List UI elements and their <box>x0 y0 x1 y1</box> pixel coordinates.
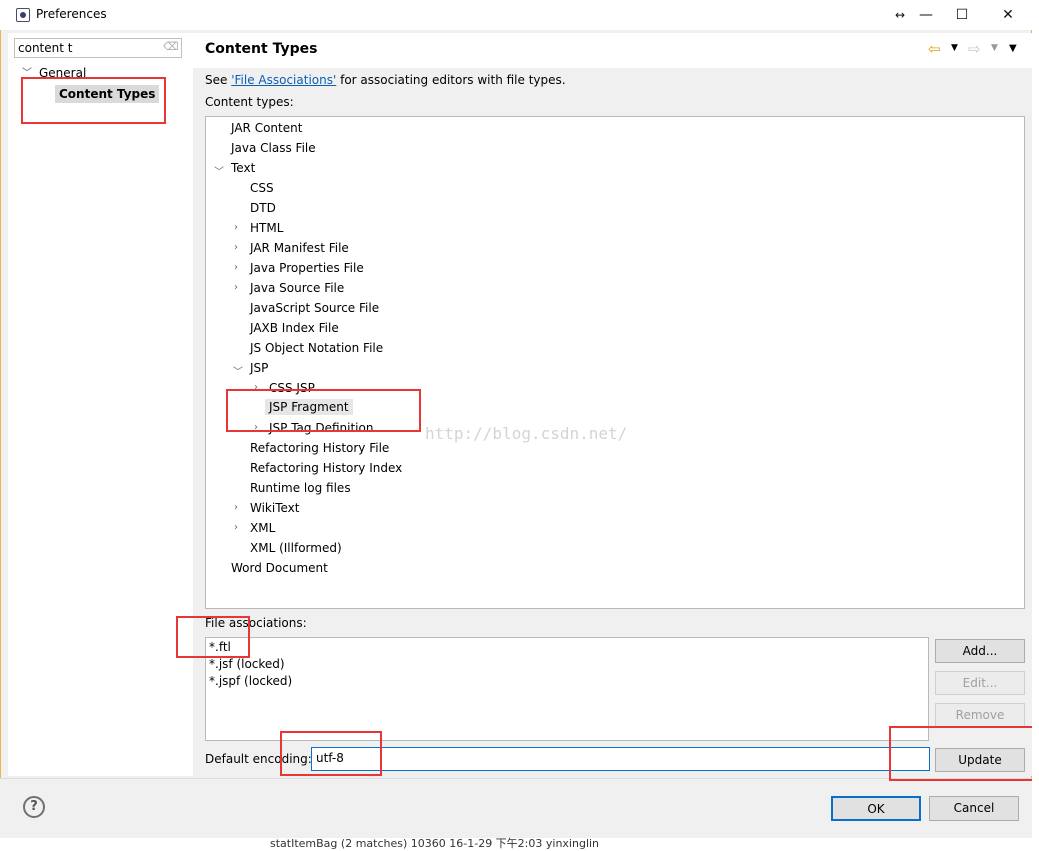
content-types-tree[interactable]: JAR Content Java Class File ﹀ Text CSS D… <box>205 116 1025 609</box>
tree-item[interactable]: JAR Manifest File <box>250 241 349 255</box>
tree-item[interactable]: Java Source File <box>250 281 344 295</box>
tree-item[interactable]: JAXB Index File <box>250 321 339 335</box>
eclipse-app-icon <box>16 8 30 22</box>
minimize-button[interactable]: — <box>912 4 940 26</box>
resize-arrows-icon[interactable]: ↔ <box>886 4 914 26</box>
chevron-right-icon[interactable]: › <box>234 222 238 233</box>
background-window <box>1032 0 1039 845</box>
annotation-box <box>889 726 1034 781</box>
clear-filter-icon[interactable]: ⌫ <box>163 40 179 54</box>
tree-item[interactable]: CSS <box>250 181 274 195</box>
file-associations-list[interactable]: *.ftl *.jsf (locked) *.jspf (locked) <box>205 637 929 741</box>
window-title: Preferences <box>36 7 107 21</box>
remove-button[interactable]: Remove <box>935 703 1025 727</box>
see-suffix: for associating editors with file types. <box>336 73 566 87</box>
forward-arrow-icon[interactable]: ⇨ <box>968 40 981 58</box>
cancel-button[interactable]: Cancel <box>929 796 1019 821</box>
chevron-right-icon[interactable]: › <box>234 282 238 293</box>
view-menu-icon[interactable]: ▼ <box>1009 43 1017 54</box>
chevron-right-icon[interactable]: › <box>234 522 238 533</box>
close-button[interactable]: ✕ <box>994 4 1022 26</box>
preference-tree-pane <box>8 33 194 776</box>
tree-item[interactable]: JSP <box>250 361 268 375</box>
tree-item[interactable]: WikiText <box>250 501 300 515</box>
annotation-box <box>226 389 421 432</box>
background-search-result: statItemBag (2 matches) 10360 16-1-29 下午… <box>270 837 600 850</box>
chevron-right-icon[interactable]: › <box>234 502 238 513</box>
tree-item[interactable]: JavaScript Source File <box>250 301 379 315</box>
list-item[interactable]: *.jsf (locked) <box>209 657 285 671</box>
edit-button[interactable]: Edit... <box>935 671 1025 695</box>
tree-item[interactable]: HTML <box>250 221 283 235</box>
ok-button[interactable]: OK <box>831 796 921 821</box>
back-arrow-icon[interactable]: ⇦ <box>928 40 941 58</box>
list-item[interactable]: *.jspf (locked) <box>209 674 292 688</box>
tree-item[interactable]: DTD <box>250 201 276 215</box>
tree-item[interactable]: Text <box>231 161 255 175</box>
annotation-box <box>280 731 382 776</box>
tree-item[interactable]: XML <box>250 521 275 535</box>
tree-item[interactable]: Java Class File <box>231 141 316 155</box>
chevron-down-icon[interactable]: ﹀ <box>233 363 243 378</box>
forward-dropdown-icon[interactable]: ▼ <box>991 43 998 53</box>
annotation-box <box>21 77 166 124</box>
chevron-right-icon[interactable]: › <box>234 242 238 253</box>
help-icon[interactable]: ? <box>23 796 45 818</box>
file-associations-link[interactable]: 'File Associations' <box>231 73 336 87</box>
tree-item[interactable]: Refactoring History Index <box>250 461 402 475</box>
title-bar <box>0 0 1032 30</box>
page-header <box>193 33 1032 68</box>
maximize-button[interactable]: ☐ <box>948 4 976 26</box>
filter-input-value: content t <box>18 41 73 55</box>
watermark: http://blog.csdn.net/ <box>425 424 628 443</box>
tree-item[interactable]: Java Properties File <box>250 261 364 275</box>
chevron-down-icon[interactable]: ﹀ <box>214 163 224 178</box>
content-types-label: Content types: <box>205 95 294 109</box>
page-title: Content Types <box>205 41 318 57</box>
tree-item[interactable]: XML (Illformed) <box>250 541 342 555</box>
chevron-right-icon[interactable]: › <box>234 262 238 273</box>
tree-item[interactable]: JS Object Notation File <box>250 341 383 355</box>
back-dropdown-icon[interactable]: ▼ <box>951 43 958 53</box>
tree-item[interactable]: Word Document <box>231 561 328 575</box>
tree-item[interactable]: Refactoring History File <box>250 441 389 455</box>
see-prefix: See <box>205 73 232 87</box>
annotation-box <box>176 616 250 658</box>
default-encoding-input[interactable]: utf-8 <box>311 747 930 771</box>
tree-item[interactable]: JAR Content <box>231 121 302 135</box>
see-file-associations-text: See 'File Associations' for associating … <box>205 73 566 87</box>
tree-item[interactable]: Runtime log files <box>250 481 351 495</box>
add-button[interactable]: Add... <box>935 639 1025 663</box>
